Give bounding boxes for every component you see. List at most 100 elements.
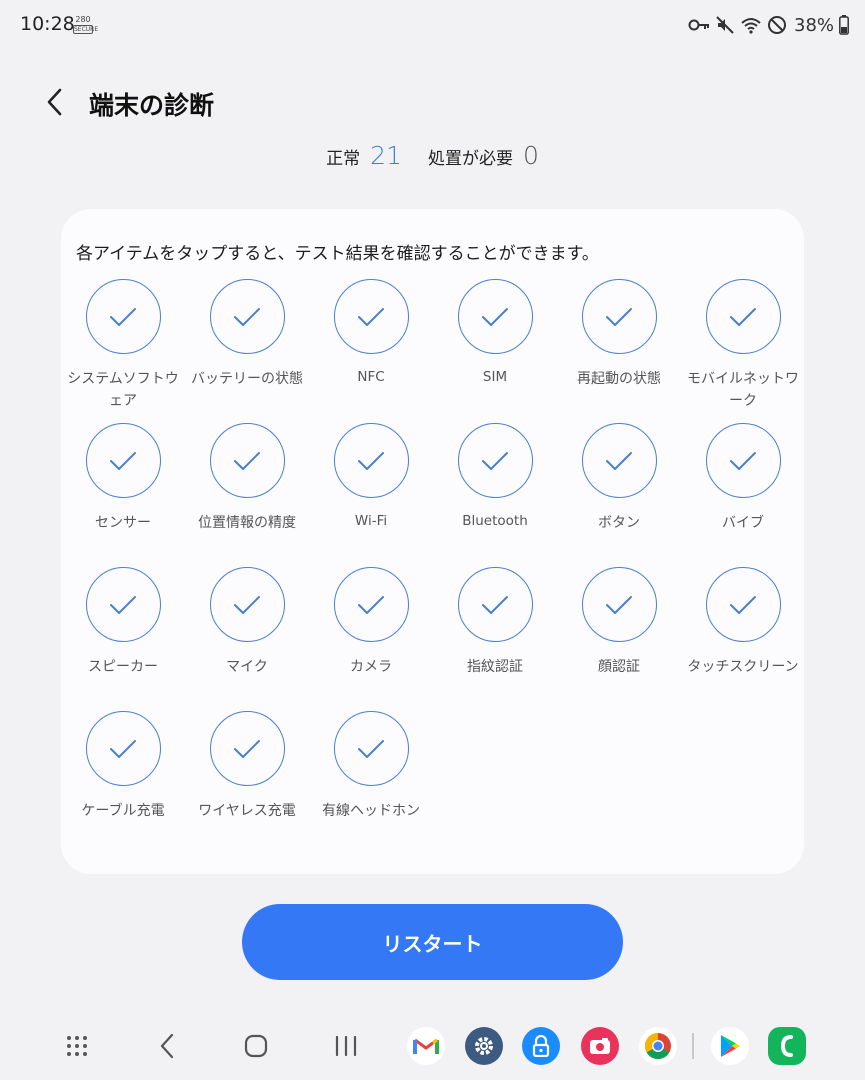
diagnostic-item-label: センサー (95, 515, 151, 531)
diagnostic-item[interactable]: ワイヤレス充電 (185, 711, 309, 822)
diagnostic-item-label: システムソフトウェア (67, 371, 179, 409)
battery-icon (839, 15, 849, 35)
action-required-label: 処置が必要 (427, 149, 513, 169)
checkmark-icon (358, 307, 384, 326)
diagnostic-item-label: ボタン (598, 515, 640, 531)
diagnostic-item[interactable]: システムソフトウェア (61, 279, 185, 412)
checkmark-icon (482, 451, 508, 470)
restart-button[interactable]: リスタート (242, 904, 623, 980)
check-circle (705, 279, 781, 354)
diagnostics-card: 各アイテムをタップすると、テスト結果を確認することができます。 システムソフトウ… (61, 209, 804, 874)
diagnostic-item-label: ワイヤレス充電 (198, 803, 296, 819)
checkmark-icon (234, 739, 260, 758)
check-circle (581, 567, 657, 642)
diagnostic-item[interactable]: バイブ (681, 423, 805, 534)
nav-home-button[interactable] (236, 1026, 276, 1066)
diagnostic-item[interactable]: カメラ (309, 567, 433, 678)
diagnostic-item[interactable]: 有線ヘッドホン (309, 711, 433, 822)
mute-icon (716, 16, 734, 34)
diagnostic-item[interactable]: バッテリーの状態 (185, 279, 309, 390)
page-title: 端末の診断 (89, 91, 215, 120)
diagnostic-item[interactable]: ケーブル充電 (61, 711, 185, 822)
diagnostic-item[interactable]: センサー (61, 423, 185, 534)
diagnostic-item-label: ケーブル充電 (81, 803, 165, 819)
action-required-count: 0 (522, 141, 539, 170)
diagnostic-item-label: 指紋認証 (467, 659, 523, 675)
diagnostic-item[interactable]: マイク (185, 567, 309, 678)
checkmark-icon (482, 307, 508, 326)
status-icons: 38% (688, 14, 849, 36)
battery-percent: 38% (794, 14, 835, 36)
check-circle (333, 423, 409, 498)
navigation-bar (0, 1020, 865, 1075)
wifi-icon (741, 18, 761, 34)
nav-back-button[interactable] (147, 1026, 187, 1066)
home-icon (244, 1034, 268, 1058)
settings-app-icon[interactable] (465, 1027, 503, 1065)
diagnostic-item[interactable]: 位置情報の精度 (185, 423, 309, 534)
checkmark-icon (110, 451, 136, 470)
checkmark-icon (110, 307, 136, 326)
card-hint: 各アイテムをタップすると、テスト結果を確認することができます。 (76, 244, 599, 264)
diagnostic-item[interactable]: 再起動の状態 (557, 279, 681, 390)
check-circle (705, 567, 781, 642)
diagnostic-item[interactable]: ボタン (557, 423, 681, 534)
chevron-left-icon (47, 88, 62, 116)
secure-folder-app-icon[interactable] (522, 1027, 560, 1065)
diagnostic-item[interactable]: スピーカー (61, 567, 185, 678)
diagnostic-item-label: タッチスクリーン (687, 659, 799, 675)
checkmark-icon (110, 739, 136, 758)
diagnostic-item[interactable]: タッチスクリーン (681, 567, 805, 678)
diagnostic-item-label: スピーカー (88, 659, 158, 675)
checkmark-icon (234, 595, 260, 614)
diagnosis-summary: 正常 21 処置が必要 0 (0, 141, 865, 170)
diagnostic-item-label: バイブ (722, 515, 764, 531)
check-circle (209, 567, 285, 642)
check-circle (457, 279, 533, 354)
diagnostic-item-label: Wi-Fi (354, 513, 388, 529)
check-circle (457, 423, 533, 498)
checkmark-icon (358, 739, 384, 758)
camera-app-icon[interactable] (581, 1027, 619, 1065)
check-circle (333, 711, 409, 786)
nav-divider (692, 1033, 694, 1059)
diagnostic-item[interactable]: 指紋認証 (433, 567, 557, 678)
diagnostic-item-label: 再起動の状態 (577, 371, 661, 387)
app-drawer-button[interactable] (57, 1026, 97, 1066)
diagnostic-item[interactable]: NFC (309, 279, 433, 388)
status-bar: 10:28 280 SECURE 38% (0, 0, 865, 50)
checkmark-icon (606, 307, 632, 326)
grid-dots-icon (67, 1036, 87, 1056)
diagnostic-item[interactable]: SIM (433, 279, 557, 388)
checkmark-icon (730, 595, 756, 614)
do-not-disturb-icon (768, 16, 786, 34)
diagnostic-item-label: SIM (482, 369, 508, 385)
check-circle (457, 567, 533, 642)
secure-badge-icon: 280 SECURE (73, 15, 98, 35)
nav-recents-button[interactable] (326, 1026, 366, 1066)
check-circle (85, 423, 161, 498)
back-button[interactable] (36, 84, 72, 120)
play-store-app-icon[interactable] (711, 1027, 749, 1065)
back-arrow-icon (160, 1033, 174, 1059)
status-time: 10:28 (20, 13, 75, 35)
diagnostic-item[interactable]: Wi-Fi (309, 423, 433, 532)
diagnostic-item[interactable]: 顔認証 (557, 567, 681, 678)
checkmark-icon (358, 451, 384, 470)
diagnostic-item-label: 顔認証 (598, 659, 640, 675)
chrome-app-icon[interactable] (639, 1027, 677, 1065)
diagnostic-item[interactable]: Bluetooth (433, 423, 557, 532)
normal-label: 正常 (326, 149, 361, 169)
phone-app-icon[interactable] (768, 1027, 806, 1065)
check-circle (581, 423, 657, 498)
diagnostic-item[interactable]: モバイルネットワーク (681, 279, 805, 412)
gmail-app-icon[interactable] (407, 1027, 445, 1065)
check-circle (333, 279, 409, 354)
checkmark-icon (234, 451, 260, 470)
recents-icon (335, 1035, 357, 1057)
checkmark-icon (110, 595, 136, 614)
check-circle (581, 279, 657, 354)
checkmark-icon (482, 595, 508, 614)
key-icon (688, 19, 709, 31)
diagnostic-item-label: バッテリーの状態 (191, 371, 303, 387)
